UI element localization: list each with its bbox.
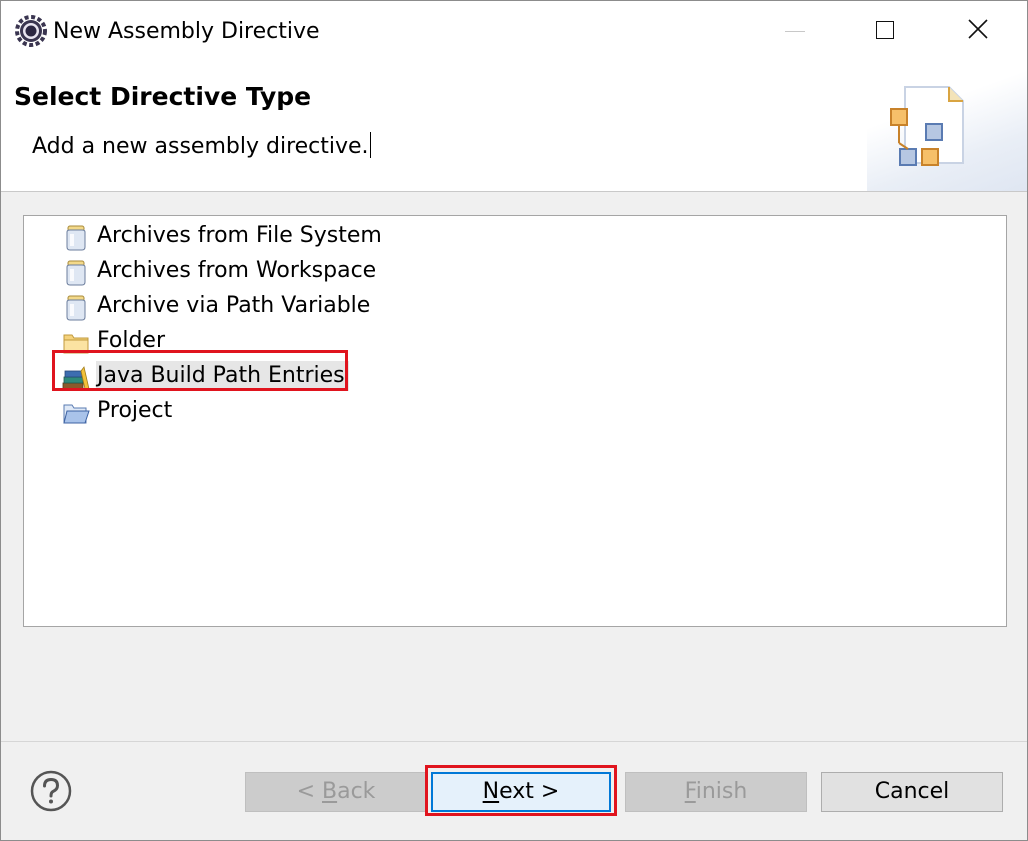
jar-archive-icon (62, 223, 90, 251)
eclipse-gear-icon (15, 15, 47, 47)
help-button[interactable] (29, 769, 73, 813)
close-button[interactable] (955, 9, 1001, 53)
folder-icon (62, 328, 90, 356)
directive-type-list[interactable]: Archives from File System Archives from … (23, 215, 1007, 627)
maximize-icon (876, 21, 894, 39)
page-description: Add a new assembly directive. (32, 132, 371, 159)
wizard-banner: Select Directive Type Add a new assembly… (1, 63, 1027, 192)
minimize-button[interactable] (769, 9, 815, 53)
finish-button[interactable]: Finish (625, 772, 807, 812)
jar-archive-icon (62, 258, 90, 286)
open-folder-icon (62, 398, 90, 426)
next-button[interactable]: Next > (431, 772, 611, 812)
close-icon (968, 19, 988, 39)
page-title: Select Directive Type (14, 82, 312, 111)
cancel-button[interactable]: Cancel (821, 772, 1003, 812)
wizard-dialog: New Assembly Directive Select Directive … (0, 0, 1028, 841)
minimize-icon (785, 31, 805, 32)
footer-divider (1, 741, 1027, 742)
wizard-document-icon (890, 86, 964, 166)
window-title: New Assembly Directive (53, 19, 320, 44)
help-icon (30, 770, 72, 812)
title-bar[interactable]: New Assembly Directive (1, 1, 1027, 63)
maximize-button[interactable] (861, 9, 907, 53)
library-books-icon (62, 363, 90, 391)
back-button[interactable]: < Back (245, 772, 427, 812)
jar-archive-icon (62, 293, 90, 321)
